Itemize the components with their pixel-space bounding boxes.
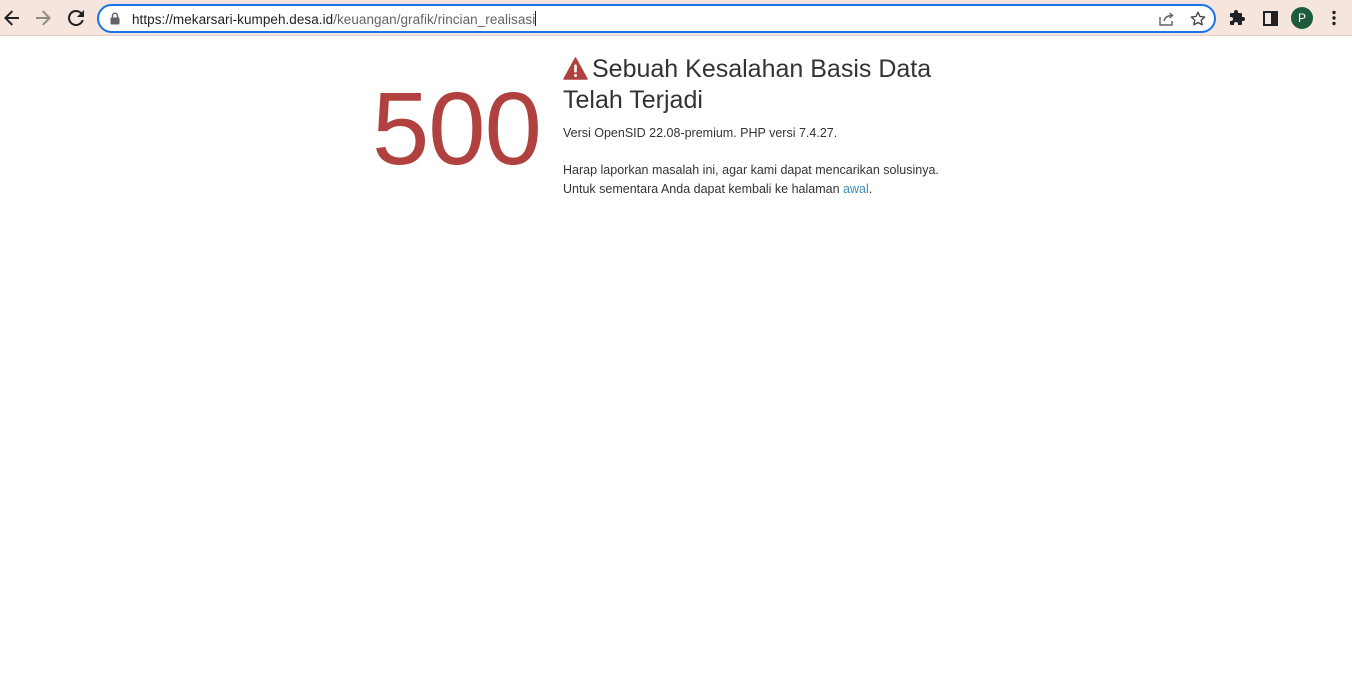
report-line-2-suffix: . <box>868 182 873 196</box>
warning-triangle-icon <box>563 57 588 86</box>
kebab-menu-icon <box>1332 10 1336 26</box>
error-code: 500 <box>372 71 542 186</box>
error-title-text: Sebuah Kesalahan Basis Data Telah Terjad… <box>563 55 932 114</box>
url-host: https://mekarsari-kumpeh.desa.id <box>132 12 334 27</box>
address-bar[interactable]: https://mekarsari-kumpeh.desa.id/keuanga… <box>97 4 1216 33</box>
extensions-button[interactable] <box>1226 6 1250 30</box>
text-caret <box>535 11 537 26</box>
error-title: Sebuah Kesalahan Basis Data Telah Terjad… <box>563 55 973 114</box>
star-icon <box>1190 11 1206 26</box>
profile-avatar[interactable]: P <box>1291 7 1313 29</box>
back-button[interactable] <box>0 6 24 30</box>
reload-button[interactable] <box>64 6 88 30</box>
error-message-block: Sebuah Kesalahan Basis Data Telah Terjad… <box>563 55 973 199</box>
page-content: 500 Sebuah Kesalahan Basis Data Telah Te… <box>0 37 1352 686</box>
report-line-1: Harap laporkan masalah ini, agar kami da… <box>563 163 939 177</box>
url-path: /keuangan/grafik/rincian_realisasi <box>333 12 536 27</box>
report-line-2-prefix: Untuk sementara Anda dapat kembali ke ha… <box>563 182 844 196</box>
version-info: Versi OpenSID 22.08-premium. PHP versi 7… <box>563 126 838 140</box>
side-panel-button[interactable] <box>1258 6 1282 30</box>
extensions-puzzle-icon <box>1230 10 1245 25</box>
lock-icon[interactable] <box>110 12 120 30</box>
report-message: Harap laporkan masalah ini, agar kami da… <box>563 161 973 199</box>
browser-toolbar: https://mekarsari-kumpeh.desa.id/keuanga… <box>0 0 1352 36</box>
profile-initial: P <box>1297 11 1306 25</box>
browser-menu-button[interactable] <box>1322 6 1346 30</box>
home-link[interactable]: awal <box>843 182 869 196</box>
side-panel-icon <box>1262 10 1278 26</box>
forward-button[interactable] <box>31 6 55 30</box>
back-arrow-icon <box>4 10 19 26</box>
share-icon <box>1159 12 1174 26</box>
bookmark-button[interactable] <box>1189 10 1207 28</box>
url-text[interactable]: https://mekarsari-kumpeh.desa.id/keuanga… <box>132 11 537 27</box>
share-button[interactable] <box>1158 10 1176 28</box>
forward-arrow-icon <box>36 10 51 26</box>
reload-icon <box>68 10 84 26</box>
